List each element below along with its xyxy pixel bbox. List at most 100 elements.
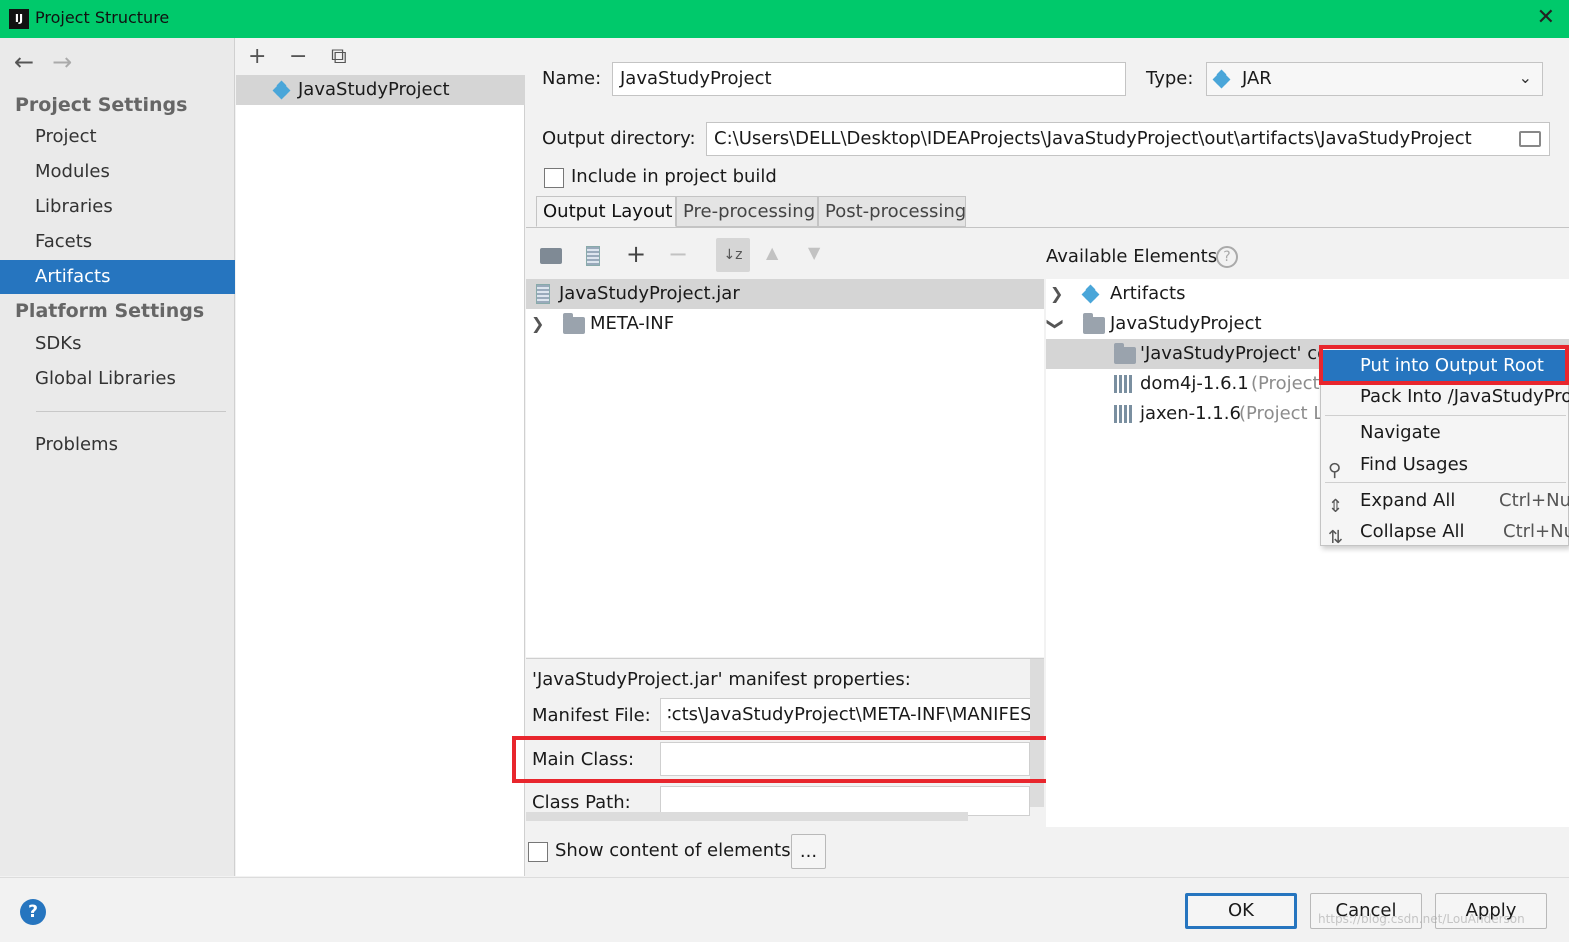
library-icon [1114,405,1134,423]
available-tree-row[interactable]: ❯ Artifacts [1046,279,1569,309]
show-content-checkbox[interactable] [528,842,548,862]
settings-sidebar: ← → Project Settings Project Modules Libr… [0,38,235,876]
watermark-text: https://blog.csdn.net/LouAnderson [1318,912,1525,926]
artifact-name-input[interactable]: JavaStudyProject [612,62,1126,96]
include-in-build-checkbox[interactable] [544,168,564,188]
available-tree-label: dom4j-1.6.1 [1140,373,1249,394]
remove-artifact-icon[interactable]: − [289,44,307,69]
window-titlebar: IJ Project Structure ✕ [0,0,1569,38]
intellij-app-icon: IJ [9,9,29,29]
module-folder-icon [1083,313,1105,334]
chevron-down-icon[interactable]: ❯ [1041,317,1071,330]
menu-item-label: Expand All [1360,490,1456,511]
layout-tree-row[interactable]: ❯ META-INF [526,309,1044,339]
output-layout-toolbar: + − ↓z ▲ ▼ [526,234,1044,276]
chevron-right-icon[interactable]: ❯ [1050,279,1063,309]
artifact-list-item[interactable]: JavaStudyProject [236,75,525,105]
name-label: Name: [542,68,602,89]
forward-arrow-icon[interactable]: → [52,48,72,76]
chevron-right-icon[interactable]: ❯ [531,309,544,339]
platform-settings-heading: Platform Settings [15,300,205,322]
sidebar-item-problems[interactable]: Problems [0,428,235,462]
output-directory-label: Output directory: [542,128,696,149]
tab-pre-processing[interactable]: Pre-processing [676,196,818,227]
sidebar-item-artifacts[interactable]: Artifacts [0,260,235,294]
browse-folder-icon[interactable] [1519,131,1541,147]
available-tree-row[interactable]: ❯ JavaStudyProject [1046,309,1569,339]
sidebar-item-libraries[interactable]: Libraries [0,190,235,224]
available-tree-suffix: (Project [1251,373,1320,394]
manifest-file-input[interactable]: ∶cts\JavaStudyProject\META-INF\MANIFEST. [660,698,1044,732]
sidebar-item-facets[interactable]: Facets [0,225,235,259]
back-arrow-icon[interactable]: ← [14,48,34,76]
manifest-file-label: Manifest File: [532,705,651,726]
available-tree-label: 'JavaStudyProject' co [1140,343,1329,364]
collapse-all-icon: ⇅ [1328,527,1344,548]
jar-file-icon [536,284,550,304]
move-down-icon[interactable]: ▼ [808,243,820,262]
manifest-horizontal-scrollbar[interactable] [526,812,968,821]
tab-post-processing[interactable]: Post-processing [818,196,966,227]
layout-tree-label: META-INF [590,313,675,334]
sidebar-item-global-libraries[interactable]: Global Libraries [0,362,235,396]
nav-arrows: ← → [14,48,90,76]
available-elements-heading: Available Elements ? [1046,246,1238,268]
sidebar-item-project[interactable]: Project [0,120,235,154]
manifest-header: 'JavaStudyProject.jar' manifest properti… [532,669,911,690]
sort-elements-icon[interactable]: ↓z [716,238,750,272]
close-window-icon[interactable]: ✕ [1537,5,1555,30]
tab-output-layout[interactable]: Output Layout [536,196,676,227]
layout-tree-label: JavaStudyProject.jar [559,283,740,304]
add-element-icon[interactable]: + [626,240,646,268]
sidebar-item-modules[interactable]: Modules [0,155,235,189]
menu-item-pack-into[interactable]: Pack Into /JavaStudyProj [1321,381,1569,413]
output-directory-input[interactable]: C:\Users\DELL\Desktop\IDEAProjects\JavaS… [706,122,1550,156]
help-button[interactable]: ? [20,899,46,925]
menu-item-find-usages[interactable]: ⚲ Find Usages [1321,449,1569,481]
artifact-list-panel: + − ⧉ JavaStudyProject [236,38,525,876]
jar-type-diamond-icon [1212,69,1231,89]
add-artifact-icon[interactable]: + [248,44,266,69]
create-archive-icon[interactable] [586,246,600,266]
manifest-vertical-scrollbar[interactable] [1030,659,1044,807]
library-icon [1114,375,1134,393]
folder-icon [563,313,585,334]
type-label: Type: [1146,68,1194,89]
type-select[interactable]: JAR ⌄ [1206,62,1543,96]
artifact-diamond-icon [272,80,291,100]
show-content-label: Show content of elements [555,840,791,861]
artifact-list-toolbar: + − ⧉ [236,38,525,75]
type-select-value: JAR [1242,68,1272,89]
dialog-button-bar: ? OK Cancel Apply [0,877,1569,942]
menu-item-collapse-all[interactable]: ⇅ Collapse All Ctrl+Nu [1321,516,1569,548]
artifacts-diamond-icon [1081,284,1100,304]
window-title: Project Structure [35,8,170,27]
menu-separator [1325,415,1566,416]
create-directory-icon[interactable] [540,248,562,264]
menu-item-expand-all[interactable]: ⇕ Expand All Ctrl+Nu [1321,485,1569,517]
menu-item-label: Find Usages [1360,454,1469,475]
main-class-highlight-box [512,736,1051,783]
sidebar-item-sdks[interactable]: SDKs [0,327,235,361]
menu-separator [1325,482,1566,483]
remove-element-icon[interactable]: − [668,240,688,268]
menu-item-navigate[interactable]: Navigate [1321,417,1569,449]
move-up-icon[interactable]: ▲ [766,243,778,262]
sidebar-divider [36,411,226,412]
available-tree-label: jaxen-1.1.6 [1140,403,1241,424]
show-content-options-button[interactable]: ... [791,834,826,869]
help-icon[interactable]: ? [1216,246,1238,268]
menu-item-label: Collapse All [1360,521,1465,542]
class-path-label: Class Path: [532,792,631,813]
project-settings-heading: Project Settings [15,94,188,116]
chevron-down-icon: ⌄ [1518,68,1532,87]
layout-tree-row[interactable]: JavaStudyProject.jar [526,279,1044,309]
available-tree-label: Artifacts [1110,283,1186,304]
copy-artifact-icon[interactable]: ⧉ [331,44,347,69]
include-in-build-label: Include in project build [571,166,777,187]
available-tree-suffix: (Project L [1239,403,1324,424]
tab-underline [526,227,1569,228]
menu-item-shortcut: Ctrl+Nu [1499,490,1569,511]
available-tree-label: JavaStudyProject [1110,313,1262,334]
ok-button[interactable]: OK [1185,893,1297,929]
